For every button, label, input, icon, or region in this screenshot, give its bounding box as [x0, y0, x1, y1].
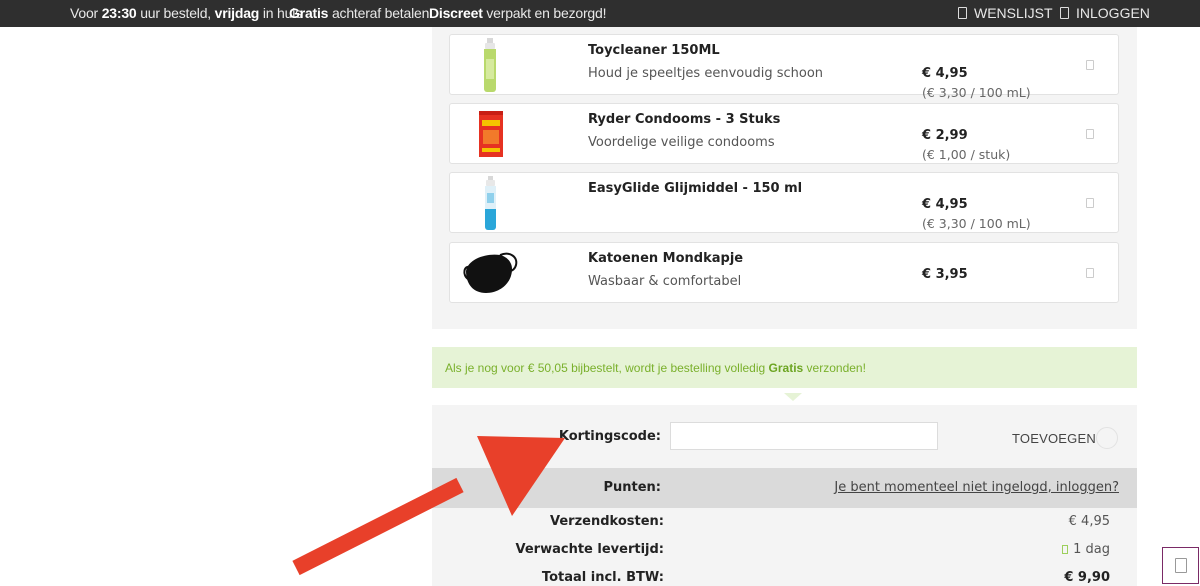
free-shipping-text: Als je nog voor € 50,05 bijbestelt, word…: [445, 361, 866, 375]
black-face-mask-image: [463, 252, 518, 293]
usp-delivery-day: vrijdag: [214, 5, 260, 21]
shipping-value: € 4,95: [1068, 514, 1110, 529]
product-unit-price: (€ 3,30 / 100 mL): [922, 216, 1031, 231]
add-coupon-icon[interactable]: [1096, 427, 1118, 449]
wishlist-label: WENSLIJST: [974, 5, 1053, 21]
red-condom-box-image: [479, 111, 503, 157]
product-price: € 4,95: [922, 66, 968, 81]
points-row: Punten: Je bent momenteel niet ingelogd,…: [432, 468, 1137, 508]
shipping-label: Verzendkosten:: [550, 514, 664, 529]
free-shipping-notice: Als je nog voor € 50,05 bijbestelt, word…: [432, 347, 1137, 401]
total-label: Totaal incl. BTW:: [541, 570, 664, 585]
add-to-cart-icon[interactable]: [1086, 268, 1094, 278]
delivery-time-label: Verwachte levertijd:: [515, 542, 664, 557]
add-to-cart-icon[interactable]: [1086, 129, 1094, 139]
product-price: € 4,95: [922, 197, 968, 212]
add-coupon-button[interactable]: TOEVOEGEN: [1012, 431, 1096, 446]
product-card[interactable]: EasyGlide Glijmiddel - 150 ml € 4,95 (€ …: [449, 172, 1119, 233]
usp-delivery-pre: Voor: [70, 5, 102, 21]
usp-discreet: Discreet verpakt en bezorgd!: [429, 5, 606, 21]
points-label: Punten:: [603, 480, 661, 495]
delivery-time-text: 1 dag: [1073, 542, 1110, 557]
chat-icon: [1175, 558, 1187, 573]
usp-payment: Gratis achteraf betalen: [289, 5, 429, 21]
login-label: INLOGGEN: [1076, 5, 1150, 21]
coupon-label: Kortingscode:: [558, 429, 661, 444]
usp-delivery-time: 23:30: [101, 5, 137, 21]
login-for-points-link[interactable]: Je bent momenteel niet ingelogd, inlogge…: [834, 480, 1119, 495]
product-description: Wasbaar & comfortabel: [588, 274, 742, 289]
user-icon: [1060, 7, 1069, 19]
product-card[interactable]: Toycleaner 150ML Houd je speeltjes eenvo…: [449, 34, 1119, 100]
add-to-cart-icon[interactable]: [1086, 60, 1094, 70]
usp-discreet-rest: verpakt en bezorgd!: [482, 5, 607, 21]
heart-icon: [958, 7, 967, 19]
product-name[interactable]: Ryder Condooms - 3 Stuks: [588, 112, 780, 127]
product-card[interactable]: Katoenen Mondkapje Wasbaar & comfortabel…: [449, 242, 1119, 303]
product-description: Voordelige veilige condooms: [588, 135, 775, 150]
delivery-icon: [1062, 545, 1069, 554]
usp-discreet-bold: Discreet: [429, 5, 483, 21]
product-description: Houd je speeltjes eenvoudig schoon: [588, 66, 824, 81]
product-price: € 3,95: [922, 267, 968, 282]
product-price: € 2,99: [922, 128, 968, 143]
login-link[interactable]: INLOGGEN: [1060, 5, 1150, 21]
upsell-products-panel: Toycleaner 150ML Houd je speeltjes eenvo…: [432, 27, 1137, 329]
product-card[interactable]: Ryder Condooms - 3 Stuks Voordelige veil…: [449, 103, 1119, 164]
product-unit-price: (€ 3,30 / 100 mL): [922, 85, 1031, 100]
blue-lube-bottle-image: [485, 176, 496, 230]
cart-totals-panel: Kortingscode: TOEVOEGEN Punten: Je bent …: [432, 405, 1137, 586]
free-shipping-pre: Als je nog voor € 50,05 bijbestelt, word…: [445, 361, 769, 375]
add-to-cart-icon[interactable]: [1086, 198, 1094, 208]
notice-pointer: [784, 393, 802, 401]
product-name[interactable]: Toycleaner 150ML: [588, 43, 720, 58]
usp-delivery-mid: uur besteld,: [136, 5, 215, 21]
usp-payment-rest: achteraf betalen: [328, 5, 430, 21]
free-shipping-post: verzonden!: [803, 361, 866, 375]
chat-button[interactable]: [1162, 547, 1199, 584]
delivery-time-value: 1 dag: [1062, 542, 1110, 557]
top-bar: Voor 23:30 uur besteld, vrijdag in huis …: [0, 0, 1200, 27]
total-value: € 9,90: [1064, 570, 1110, 585]
green-spray-bottle-image: [484, 38, 496, 92]
free-shipping-bold: Gratis: [768, 361, 804, 375]
usp-payment-bold: Gratis: [289, 5, 329, 21]
product-unit-price: (€ 1,00 / stuk): [922, 147, 1011, 162]
product-name[interactable]: EasyGlide Glijmiddel - 150 ml: [588, 181, 802, 196]
product-name[interactable]: Katoenen Mondkapje: [588, 251, 743, 266]
usp-delivery: Voor 23:30 uur besteld, vrijdag in huis: [70, 5, 302, 21]
wishlist-link[interactable]: WENSLIJST: [958, 5, 1053, 21]
coupon-input[interactable]: [670, 422, 938, 450]
